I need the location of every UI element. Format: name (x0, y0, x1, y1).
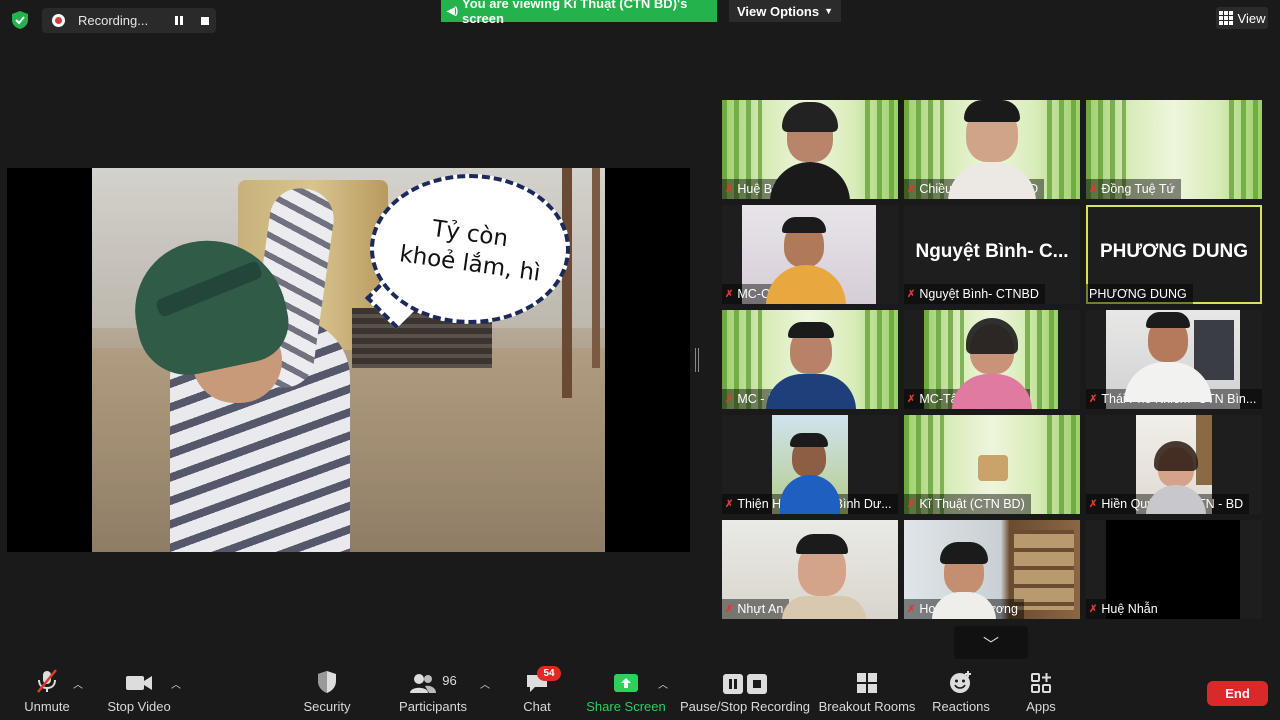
participant-name: ✗ Nguyệt Bình- CTNBD (904, 284, 1045, 304)
participant-tile[interactable]: ✗Huệ Bửu Thịnh (722, 100, 898, 199)
participant-tile[interactable]: ✗Hoà Đăng Vương (904, 520, 1080, 619)
mic-muted-icon (34, 660, 60, 694)
mic-off-icon: ✗ (725, 288, 734, 300)
stop-icon (201, 16, 209, 25)
participant-tile[interactable]: ✗Chiều Khải - CTN BD (904, 100, 1080, 199)
participant-tile[interactable]: ✗Thái Phổ Khiêm- CTN Bìn... (1086, 310, 1262, 409)
pause-icon (175, 16, 183, 25)
stop-recording-button[interactable] (194, 8, 216, 33)
pause-stop-recording-button[interactable]: Pause/Stop Recording (679, 660, 811, 720)
apps-icon (1030, 660, 1052, 694)
chat-label: Chat (523, 699, 551, 714)
reactions-button[interactable]: Reactions (930, 660, 992, 720)
unmute-label: Unmute (24, 699, 70, 714)
pause-recording-button[interactable] (168, 8, 190, 33)
mic-off-icon: ✗ (907, 288, 916, 300)
mic-off-icon: ✗ (907, 393, 916, 405)
mic-off-icon: ✗ (907, 498, 916, 510)
participants-count: 96 (442, 673, 457, 688)
view-label: View (1237, 10, 1266, 26)
shield-icon (316, 660, 338, 694)
breakout-rooms-icon (856, 660, 878, 694)
share-screen-label: Share Screen (586, 699, 666, 714)
chevron-down-icon: ▼ (824, 6, 834, 16)
mic-off-icon: ✗ (1089, 393, 1098, 405)
participant-tile[interactable]: ✗MC - Kiên Vinh (722, 310, 898, 409)
participant-tile[interactable]: ✗Hiền Quý Tuệ - CTN - BD (1086, 415, 1262, 514)
share-screen-icon (613, 660, 639, 694)
audio-options-caret-icon[interactable]: ︿ (73, 676, 83, 691)
participants-icon (410, 674, 437, 693)
participant-tile[interactable]: ✗ Đồng Tuệ Tứ (1086, 100, 1262, 199)
participant-tile[interactable]: Nguyệt Bình- C... ✗ Nguyệt Bình- CTNBD (904, 205, 1080, 304)
shared-screen[interactable]: Tỷ còn khoẻ lắm, hì (7, 168, 690, 552)
viewing-banner-text: You are viewing Kĩ Thuật (CTN BD)'s scre… (462, 0, 688, 26)
participant-tile[interactable]: ✗ Huệ Nhẫn (1086, 520, 1262, 619)
view-button[interactable]: View (1216, 7, 1268, 29)
shared-photo: Tỷ còn khoẻ lắm, hì (92, 168, 605, 552)
participant-tile[interactable]: ✗MC-Cần Giải (722, 205, 898, 304)
apps-label: Apps (1026, 699, 1056, 714)
mic-off-icon: ✗ (725, 603, 734, 615)
encryption-shield-icon[interactable] (10, 10, 30, 30)
participant-display-name: Nguyệt Bình- C... (915, 241, 1069, 262)
mic-off-icon: ✗ (725, 393, 734, 405)
mic-off-icon: ✗ (1089, 183, 1098, 195)
mic-off-icon: ✗ (725, 498, 734, 510)
participants-options-caret-icon[interactable]: ︿ (480, 676, 490, 691)
participant-name: ✗ Đồng Tuệ Tứ (1086, 179, 1181, 199)
share-screen-button[interactable]: Share Screen (586, 660, 666, 720)
participant-tile[interactable]: ✗ Kĩ Thuật (CTN BD) (904, 415, 1080, 514)
participant-tile[interactable]: ✗Thiện Huy - CTN Bình Dư... (722, 415, 898, 514)
mic-off-icon: ✗ (1089, 498, 1098, 510)
grid-icon (1218, 11, 1233, 25)
video-options-caret-icon[interactable]: ︿ (171, 676, 181, 691)
stop-icon (747, 674, 767, 694)
end-meeting-button[interactable]: End (1207, 681, 1268, 706)
chat-unread-badge: 54 (537, 666, 561, 681)
mic-off-icon: ✗ (1089, 603, 1098, 615)
view-options-label: View Options (736, 3, 820, 19)
viewing-screen-banner: ◀) You are viewing Kĩ Thuật (CTN BD)'s s… (441, 0, 717, 26)
participant-tile-active-speaker[interactable]: PHƯƠNG DUNG PHƯƠNG DUNG (1086, 205, 1262, 304)
breakout-rooms-button[interactable]: Breakout Rooms (818, 660, 916, 720)
apps-button[interactable]: Apps (1020, 660, 1062, 720)
meeting-toolbar: Unmute ︿ Stop Video ︿ Security 96 Partic… (0, 660, 1280, 720)
split-view-handle[interactable] (695, 348, 699, 372)
participant-name: PHƯƠNG DUNG (1086, 284, 1193, 304)
unmute-button[interactable]: Unmute (18, 660, 76, 720)
recording-dot-icon (52, 14, 65, 27)
speaker-icon: ◀) (447, 5, 459, 17)
participants-button[interactable]: 96 Participants (398, 660, 468, 720)
gallery-next-page-button[interactable]: ﹀ (954, 626, 1028, 659)
recording-indicator: Recording... (42, 8, 216, 33)
security-label: Security (303, 699, 351, 714)
participant-name: ✗ Nhựt An (722, 599, 790, 619)
mic-off-icon: ✗ (907, 183, 916, 195)
share-options-caret-icon[interactable]: ︿ (658, 676, 668, 691)
speech-bubble: Tỷ còn khoẻ lắm, hì (370, 174, 570, 324)
smiley-icon (949, 660, 973, 694)
breakout-rooms-label: Breakout Rooms (818, 699, 916, 714)
mic-off-icon: ✗ (907, 603, 916, 615)
participant-display-name: PHƯƠNG DUNG (1099, 241, 1249, 262)
chevron-down-icon: ﹀ (982, 636, 999, 654)
participants-label: Participants (399, 699, 467, 714)
recording-label: Recording... (78, 13, 149, 28)
pause-stop-recording-label: Pause/Stop Recording (679, 699, 811, 714)
stop-video-label: Stop Video (107, 699, 171, 714)
chat-button[interactable]: 54 Chat (517, 660, 561, 720)
view-options-button[interactable]: View Options ▼ (729, 0, 841, 22)
pause-icon (723, 674, 743, 694)
participant-name: ✗ Kĩ Thuật (CTN BD) (904, 494, 1031, 514)
reactions-label: Reactions (932, 699, 990, 714)
security-button[interactable]: Security (300, 660, 354, 720)
stop-video-button[interactable]: Stop Video (104, 660, 174, 720)
participant-tile[interactable]: ✗ Nhựt An (722, 520, 898, 619)
video-camera-icon (125, 660, 153, 694)
participant-name: ✗ Huệ Nhẫn (1086, 599, 1164, 619)
mic-off-icon: ✗ (725, 183, 734, 195)
participant-tile[interactable]: ✗MC-Tâm Bình Cận (904, 310, 1080, 409)
